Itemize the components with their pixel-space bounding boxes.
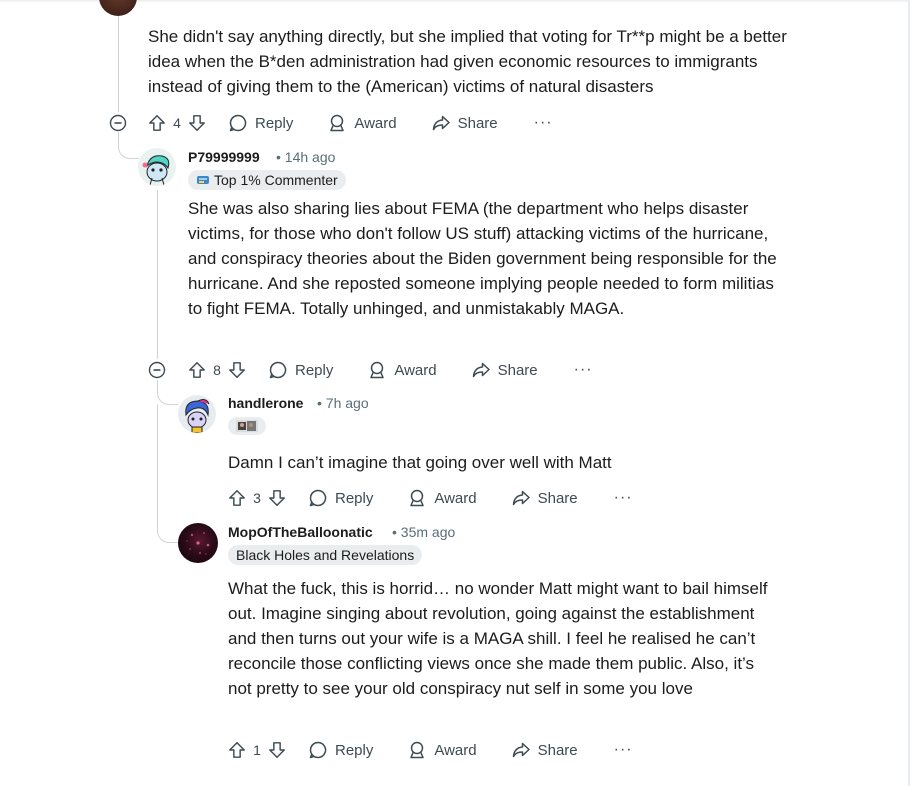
comment-timestamp[interactable]: 14h ago — [285, 149, 336, 165]
meta-separator: • — [276, 149, 281, 165]
flair-image-icon — [236, 420, 258, 432]
comment-meta-mopoftheballoonatic: • 35m ago — [392, 524, 455, 540]
share-icon — [511, 740, 531, 760]
meta-separator: • — [392, 524, 397, 540]
reply-label: Reply — [295, 361, 334, 379]
flair-text: Black Holes and Revelations — [236, 547, 415, 563]
more-options-button[interactable]: ··· — [574, 361, 593, 379]
reply-label: Reply — [335, 489, 374, 507]
username-handlerone[interactable]: handlerone — [228, 395, 303, 411]
downvote-icon[interactable] — [268, 741, 286, 759]
share-label: Share — [537, 741, 578, 759]
award-label: Award — [354, 114, 397, 132]
reply-button[interactable]: Reply — [268, 360, 333, 380]
share-icon — [471, 360, 491, 380]
downvote-icon[interactable] — [268, 489, 286, 507]
more-options-button[interactable]: ··· — [534, 114, 553, 132]
reply-icon — [308, 740, 328, 760]
comment-meta-p79999999: • 14h ago — [276, 149, 335, 165]
user-flair-text: Black Holes and Revelations — [228, 545, 423, 565]
award-button[interactable]: Award — [327, 113, 397, 133]
username-mopoftheballoonatic[interactable]: MopOfTheBalloonatic — [228, 524, 373, 540]
award-icon — [327, 113, 347, 133]
comment-timestamp[interactable]: 7h ago — [326, 395, 369, 411]
comment-actions-handlerone: 3 Reply Award Share ··· — [228, 482, 633, 514]
comment-body-handlerone: Damn I can’t imagine that going over wel… — [228, 453, 612, 472]
thread-elbow-mop — [157, 513, 178, 543]
thread-line-p79999999[interactable] — [157, 190, 158, 359]
comment-timestamp[interactable]: 35m ago — [401, 524, 455, 540]
more-options-button[interactable]: ··· — [614, 489, 633, 507]
award-icon — [407, 488, 427, 508]
share-label: Share — [537, 489, 578, 507]
comment-actions-mopoftheballoonatic: 1 Reply Award Share ··· — [228, 734, 633, 766]
share-label: Share — [497, 361, 538, 379]
upvote-icon[interactable] — [228, 489, 246, 507]
comment-body-parent: She didn't say anything directly, but sh… — [148, 27, 787, 96]
reply-icon — [228, 113, 248, 133]
upvote-icon[interactable] — [148, 114, 166, 132]
comment-meta-handlerone: • 7h ago — [317, 395, 369, 411]
thread-line-root[interactable] — [118, 4, 119, 112]
user-flair-image — [228, 417, 266, 435]
circle-minus-icon — [148, 361, 166, 379]
award-button[interactable]: Award — [407, 740, 477, 760]
reply-button[interactable]: Reply — [228, 113, 293, 133]
award-button[interactable]: Award — [407, 488, 477, 508]
dark-nebula-avatar-icon — [186, 532, 210, 555]
vote-count: 4 — [173, 115, 181, 131]
reply-label: Reply — [335, 741, 374, 759]
award-icon — [367, 360, 387, 380]
avatar-p79999999[interactable] — [138, 148, 176, 186]
award-label: Award — [434, 489, 477, 507]
vote-count: 8 — [213, 362, 221, 378]
thread-elbow-handlerone — [157, 389, 178, 405]
top-commenter-badge-icon — [196, 174, 210, 186]
share-button[interactable]: Share — [471, 360, 538, 380]
share-button[interactable]: Share — [511, 740, 578, 760]
collapse-thread-button[interactable] — [148, 361, 166, 379]
comment-actions-parent: 4 Reply Award Share ··· — [148, 107, 553, 139]
more-options-button[interactable]: ··· — [614, 741, 633, 759]
share-button[interactable]: Share — [511, 488, 578, 508]
downvote-icon[interactable] — [228, 361, 246, 379]
reply-button[interactable]: Reply — [308, 740, 373, 760]
meta-separator: • — [317, 395, 322, 411]
vote-count: 1 — [253, 742, 261, 758]
comment-body-mopoftheballoonatic: What the fuck, this is horrid… no wonder… — [228, 579, 768, 698]
share-label: Share — [457, 114, 498, 132]
reply-label: Reply — [255, 114, 294, 132]
downvote-icon[interactable] — [188, 114, 206, 132]
award-icon — [407, 740, 427, 760]
award-label: Award — [394, 361, 437, 379]
vote-count: 3 — [253, 490, 261, 506]
user-flair-top-commenter: Top 1% Commenter — [188, 170, 346, 190]
username-p79999999[interactable]: P79999999 — [188, 149, 260, 165]
reply-button[interactable]: Reply — [308, 488, 373, 508]
share-icon — [431, 113, 451, 133]
award-label: Award — [434, 741, 477, 759]
reply-icon — [268, 360, 288, 380]
avatar-mopoftheballoonatic[interactable] — [178, 523, 218, 563]
share-icon — [511, 488, 531, 508]
circle-minus-icon — [109, 114, 127, 132]
comment-actions-p79999999: 8 Reply Award Share ··· — [188, 354, 593, 386]
avatar-handlerone[interactable] — [178, 395, 216, 433]
award-button[interactable]: Award — [367, 360, 437, 380]
reply-icon — [308, 488, 328, 508]
flair-text: Top 1% Commenter — [214, 172, 338, 188]
share-button[interactable]: Share — [431, 113, 498, 133]
snoo-avatar-icon — [142, 155, 170, 186]
thread-line-siblings[interactable] — [157, 404, 158, 516]
collapse-thread-button[interactable] — [109, 114, 127, 132]
upvote-icon[interactable] — [188, 361, 206, 379]
upvote-icon[interactable] — [228, 741, 246, 759]
avatar-parent-partial[interactable] — [99, 0, 137, 16]
comment-body-p79999999: She was also sharing lies about FEMA (th… — [188, 199, 777, 318]
snoo-avatar-icon — [185, 399, 210, 433]
thread-elbow-p79999999 — [118, 143, 139, 159]
